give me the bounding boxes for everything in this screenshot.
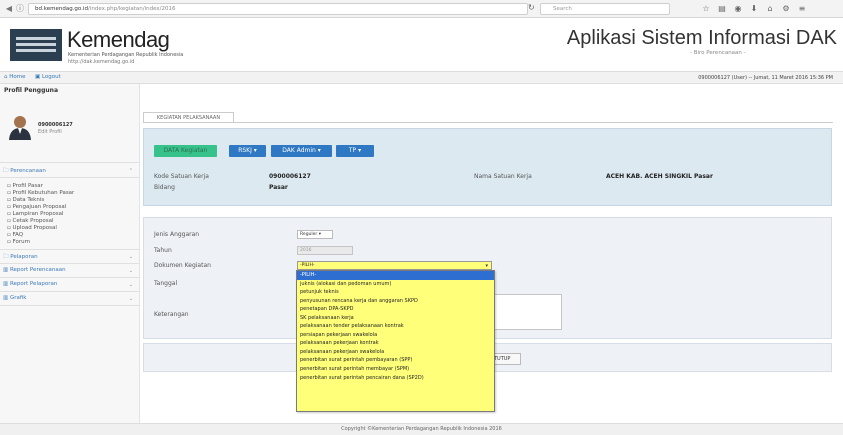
nama-satker-label: Nama Satuan Kerja	[474, 173, 532, 180]
satker-panel: DATA Kegiatan RSKJ ▾ DAK Admin ▾ TP ▾ Ko…	[143, 128, 832, 206]
app-title: Aplikasi Sistem Informasi DAK	[566, 27, 837, 49]
sidebar-title: Profil Pengguna	[4, 87, 58, 94]
url-path: /index.php/kegiatan/index/2016	[87, 6, 176, 12]
search-input[interactable]: Search	[540, 3, 670, 15]
info-icon[interactable]: ⓘ	[14, 3, 26, 15]
brand-name: Kemendag	[67, 27, 170, 52]
chevron-down-icon[interactable]: ⌄	[129, 282, 133, 288]
search-placeholder: Search	[553, 6, 572, 12]
dokumen-kegiatan-label: Dokumen Kegiatan	[154, 262, 211, 269]
caret-down-icon: ▾	[485, 263, 488, 269]
data-kegiatan-button[interactable]: DATA Kegiatan	[154, 145, 217, 157]
dokumen-kegiatan-dropdown[interactable]: -PILIH- juknis (alokasi dan pedoman umum…	[296, 270, 495, 412]
star-icon[interactable]: ☆	[700, 3, 712, 15]
chevron-down-icon[interactable]: ⌄	[129, 296, 133, 302]
tahun-input[interactable]: 2016	[297, 246, 353, 255]
keterangan-label: Keterangan	[154, 311, 189, 318]
user-id: 0900006127	[38, 122, 73, 128]
bidang-value: Pasar	[269, 184, 288, 191]
kemendag-logo	[10, 29, 62, 61]
edit-profile-link[interactable]: Edit Profil	[38, 129, 62, 135]
brand-site: http://dak.kemendag.go.id	[68, 59, 135, 65]
sidebar-item-pengajuan-proposal[interactable]: ▫ Pengajuan Proposal	[7, 204, 66, 210]
kode-satker-value: 0900006127	[269, 173, 311, 180]
dropdown-option[interactable]: penerbitan surat perintah membayar (SPM)	[297, 365, 494, 374]
caret-down-icon: ▾	[317, 147, 321, 154]
tp-button[interactable]: TP ▾	[336, 145, 374, 157]
sidebar-item-report-perencanaan[interactable]: ▥ Report Perencanaan	[3, 267, 66, 273]
rskj-button[interactable]: RSKJ ▾	[229, 145, 266, 157]
url-host: bd.kemendag.go.id	[35, 6, 88, 12]
dropdown-option[interactable]: pelaksanaan pekerjaan swakelola	[297, 348, 494, 357]
dropdown-option[interactable]: penetapan DPA-SKPD	[297, 305, 494, 314]
address-bar[interactable]: bd.kemendag.go.id/index.php/kegiatan/ind…	[28, 3, 528, 15]
chart-icon: ▥	[3, 295, 10, 301]
chart-icon: ▥	[3, 281, 10, 287]
browser-toolbar: ◀ ⓘ bd.kemendag.go.id/index.php/kegiatan…	[0, 0, 843, 18]
dropdown-option[interactable]: pelaksanaan tender pelaksanaan kontrak	[297, 322, 494, 331]
dak-admin-button[interactable]: DAK Admin ▾	[271, 145, 332, 157]
user-session-info: 0900006127 (User) -- Jumat, 11 Maret 201…	[698, 75, 833, 81]
reading-list-icon[interactable]: ▤	[716, 3, 728, 15]
dropdown-option[interactable]: penerbitan surat perintah pencairan dana…	[297, 374, 494, 383]
sidebar: Profil Pengguna 0900006127 Edit Profil 🗀…	[0, 84, 140, 424]
dokumen-kegiatan-select[interactable]: -PILIH- ▾	[297, 261, 492, 270]
dropdown-option[interactable]: -PILIH-	[297, 271, 494, 280]
dropdown-option[interactable]: persiapan pekerjaan swakelola	[297, 331, 494, 340]
dropdown-option[interactable]: petunjuk teknis	[297, 288, 494, 297]
dropdown-option[interactable]: juknis (alokasi dan pedoman umum)	[297, 280, 494, 289]
download-icon[interactable]: ⬇	[748, 3, 760, 15]
sidebar-item-pelaporan[interactable]: 🗀 Pelaporan	[3, 253, 38, 262]
logout-link[interactable]: ▣ Logout	[35, 74, 61, 80]
chevron-up-icon[interactable]: ⌃	[129, 168, 133, 174]
caret-down-icon: ▾	[358, 147, 362, 154]
sidebar-item-lampiran-proposal[interactable]: ▫ Lampiran Proposal	[7, 211, 64, 217]
sidebar-item-profil-pasar[interactable]: ▫ Profil Pasar	[7, 183, 43, 189]
footer: Copyright ©Kementerian Perdagangan Repub…	[0, 423, 843, 435]
caret-down-icon: ▾	[318, 232, 321, 237]
chart-icon: ▥	[3, 267, 10, 273]
jenis-anggaran-label: Jenis Anggaran	[154, 231, 200, 238]
logout-icon: ▣	[35, 74, 42, 80]
dropdown-option[interactable]: penerbitan surat perintah pembayaran (SP…	[297, 356, 494, 365]
sidebar-item-report-pelaporan[interactable]: ▥ Report Pelaporan	[3, 281, 57, 287]
home-icon[interactable]: ⌂	[764, 3, 776, 15]
avatar	[9, 116, 31, 140]
sidebar-item-forum[interactable]: ▫ Forum	[7, 239, 30, 245]
dropdown-option[interactable]: SK pelaksanaan kerja	[297, 314, 494, 323]
menu-icon[interactable]: ≡	[796, 3, 808, 15]
top-navbar: ⌂ Home ▣ Logout 0900006127 (User) -- Jum…	[0, 71, 843, 84]
brand-subtitle: Kementerian Perdagangan Republik Indones…	[68, 52, 184, 58]
home-link[interactable]: ⌂ Home	[4, 74, 26, 80]
sidebar-item-faq[interactable]: ▫ FAQ	[7, 232, 23, 238]
reload-icon[interactable]: ↻	[528, 3, 535, 12]
app-subtitle: - Biro Perencanaan -	[690, 50, 746, 56]
sidebar-item-upload-proposal[interactable]: ▫ Upload Proposal	[7, 225, 57, 231]
site-header: Kemendag Kementerian Perdagangan Republi…	[0, 19, 843, 71]
kode-satker-label: Kode Satuan Kerja	[154, 173, 209, 180]
jenis-anggaran-select[interactable]: Reguler ▾	[297, 230, 333, 239]
dropdown-option[interactable]: penyusunan rencana kerja dan anggaran SK…	[297, 297, 494, 306]
bidang-label: Bidang	[154, 184, 175, 191]
caret-down-icon: ▾	[253, 147, 257, 154]
sidebar-item-grafik[interactable]: ▥ Grafik	[3, 295, 27, 301]
pocket-icon[interactable]: ◉	[732, 3, 744, 15]
chevron-down-icon[interactable]: ⌄	[129, 254, 133, 260]
tanggal-label: Tanggal	[154, 280, 178, 287]
dropdown-option[interactable]: pelaksanaan pekerjaan kontrak	[297, 339, 494, 348]
nama-satker-value: ACEH KAB. ACEH SINGKIL Pasar	[606, 173, 713, 180]
settings-icon[interactable]: ⚙	[780, 3, 792, 15]
sidebar-item-perencanaan[interactable]: 🗀 Perencanaan	[3, 167, 46, 176]
tahun-label: Tahun	[154, 247, 172, 254]
sidebar-item-profil-kebutuhan[interactable]: ▫ Profil Kebutuhan Pasar	[7, 190, 74, 196]
sidebar-item-cetak-proposal[interactable]: ▫ Cetak Proposal	[7, 218, 54, 224]
chevron-down-icon[interactable]: ⌄	[129, 268, 133, 274]
sidebar-item-data-teknis[interactable]: ▫ Data Teknis	[7, 197, 44, 203]
